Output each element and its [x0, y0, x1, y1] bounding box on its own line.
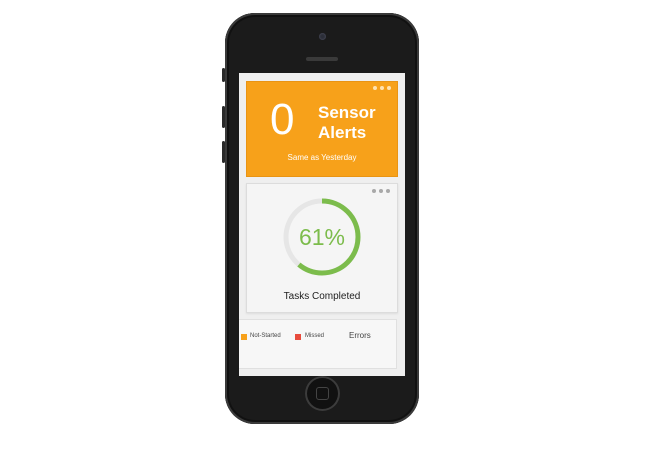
alert-title-line2: Alerts: [318, 123, 367, 142]
legend-not-started: Not-Started: [250, 333, 281, 339]
legend-missed: Missed: [305, 333, 325, 339]
phone-screen: 0 Sensor Alerts Same as Yesterday 61% Ta…: [239, 73, 405, 376]
more-dots-icon[interactable]: [373, 86, 391, 90]
not-started-swatch: [241, 334, 247, 340]
tasks-completed-label: Tasks Completed: [283, 291, 361, 302]
alert-subtitle: Same as Yesterday: [287, 153, 357, 162]
front-camera: [319, 33, 326, 40]
home-button[interactable]: [305, 376, 340, 411]
progress-percent: 61%: [298, 224, 346, 250]
home-square-icon: [316, 387, 329, 400]
alert-title-line1: Sensor: [318, 103, 376, 122]
more-dots-icon[interactable]: [372, 189, 390, 193]
earpiece-speaker: [306, 57, 338, 61]
volume-up-button: [222, 106, 225, 128]
missed-swatch: [295, 334, 301, 340]
alert-count: 0: [270, 95, 295, 144]
sensor-alerts-card[interactable]: 0 Sensor Alerts Same as Yesterday: [246, 81, 398, 177]
phone-device: 0 Sensor Alerts Same as Yesterday 61% Ta…: [222, 13, 419, 424]
legend-card: Not-Started Missed Errors: [239, 319, 397, 369]
silent-switch: [222, 68, 225, 82]
volume-down-button: [222, 141, 225, 163]
errors-label: Errors: [349, 331, 371, 340]
tasks-completed-card[interactable]: 61% Tasks Completed: [246, 183, 398, 313]
